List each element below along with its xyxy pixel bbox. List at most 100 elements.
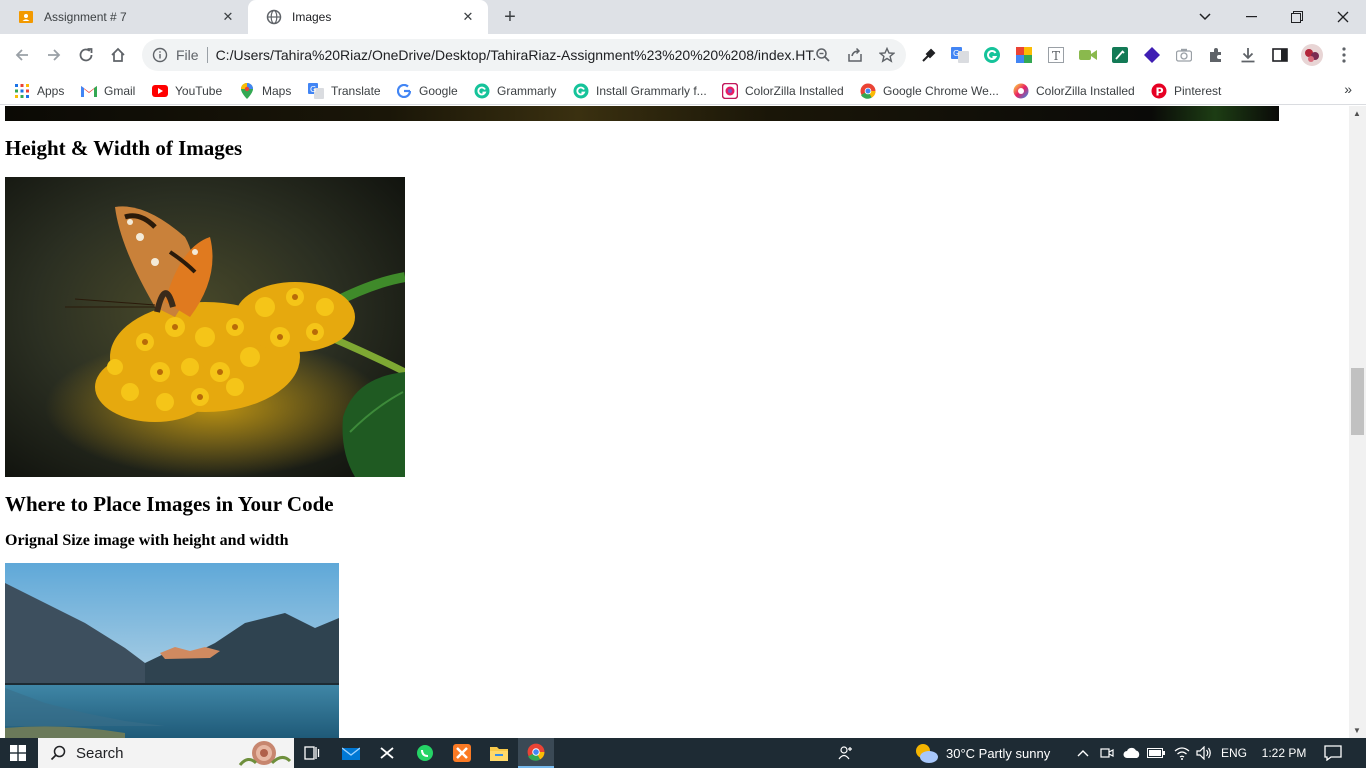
task-view-icon[interactable] [298,738,326,768]
bookmark-pinterest[interactable]: P Pinterest [1151,82,1221,100]
page-scrollbar[interactable]: ▲ ▼ [1349,106,1366,738]
color-palette-icon[interactable] [1015,46,1033,64]
address-bar[interactable]: File C:/Users/Tahira%20Riaz/OneDrive/Des… [142,39,906,71]
colorzilla-icon [1013,83,1029,99]
bookmark-install-grammarly[interactable]: Install Grammarly f... [573,82,707,100]
youtube-icon [152,83,168,99]
bookmark-label: Grammarly [497,84,557,98]
search-label: Search [76,744,124,762]
people-icon[interactable] [836,738,856,768]
download-icon[interactable] [1239,46,1257,64]
weather-partly-sunny-icon[interactable] [912,738,940,768]
close-window-button[interactable] [1320,0,1366,34]
tab-search-icon[interactable] [1182,0,1228,34]
meet-now-icon[interactable] [1098,738,1116,768]
butterfly-image [5,177,405,477]
bookmark-maps[interactable]: Maps [239,82,291,100]
close-icon[interactable]: ✕ [220,9,236,25]
scroll-up-arrow-icon[interactable]: ▲ [1353,109,1361,118]
subheading-original-size: Orignal Size image with height and width [5,532,289,549]
bookmark-label: Pinterest [1174,84,1222,98]
bookmark-gmail[interactable]: Gmail [81,82,135,100]
weather-text[interactable]: 30°C Partly sunny [946,738,1064,768]
scheme-label: File [176,47,199,63]
xampp-icon[interactable] [447,738,477,768]
colorzilla-icon [722,83,738,99]
video-camera-icon[interactable] [1079,46,1097,64]
forward-button[interactable] [40,41,68,69]
tab-title: Assignment # 7 [44,10,127,24]
bookmark-colorzilla-2[interactable]: ColorZilla Installed [1013,82,1135,100]
home-button[interactable] [104,41,132,69]
back-button[interactable] [8,41,36,69]
xbox-app-icon[interactable] [372,738,402,768]
text-tool-icon[interactable]: T [1047,46,1065,64]
scroll-down-arrow-icon[interactable]: ▼ [1353,726,1361,735]
google-translate-icon[interactable]: G [951,46,969,64]
bookmark-label: YouTube [175,84,223,98]
chrome-taskbar-icon[interactable] [518,738,554,768]
restore-button[interactable] [1274,0,1320,34]
bookmark-label: Maps [262,84,292,98]
onedrive-cloud-icon[interactable] [1122,738,1142,768]
bookmark-label: ColorZilla Installed [745,84,844,98]
show-hidden-icons-chevron-icon[interactable] [1074,738,1092,768]
globe-icon [266,9,282,25]
new-tab-button[interactable]: + [498,5,522,29]
svg-text:T: T [1052,49,1060,63]
edit-pen-icon[interactable] [1111,46,1129,64]
maps-pin-icon [239,83,255,99]
camera-icon[interactable] [1175,46,1193,64]
minimize-button[interactable] [1228,0,1274,34]
reload-button[interactable] [72,41,100,69]
bookmark-apps[interactable]: Apps [14,82,64,100]
zoom-icon[interactable] [814,47,832,63]
bookmark-translate[interactable]: G Translate [308,82,381,100]
language-indicator[interactable]: ENG [1218,738,1250,768]
mail-app-icon[interactable] [336,738,366,768]
url-text[interactable]: C:/Users/Tahira%20Riaz/OneDrive/Desktop/… [216,47,816,63]
profile-avatar[interactable] [1301,44,1323,66]
grammarly-icon[interactable] [983,46,1001,64]
wifi-icon[interactable] [1172,738,1192,768]
bookmark-colorzilla-1[interactable]: ColorZilla Installed [722,82,844,100]
scrollbar-thumb[interactable] [1351,368,1364,435]
bookmark-youtube[interactable]: YouTube [152,82,222,100]
eyedropper-icon[interactable] [920,46,938,64]
share-icon[interactable] [846,47,864,63]
extensions-puzzle-icon[interactable] [1207,46,1225,64]
pinterest-icon: P [1151,83,1167,99]
search-icon [50,745,66,761]
browser-toolbar: File C:/Users/Tahira%20Riaz/OneDrive/Des… [0,34,1366,76]
tab-assignment[interactable]: Assignment # 7 ✕ [0,0,248,34]
menu-kebab-icon[interactable] [1335,46,1353,64]
apps-grid-icon [14,83,30,99]
taskbar-search-box[interactable]: Search [38,738,294,768]
search-highlight-rose-icon [236,739,292,767]
volume-icon[interactable] [1194,738,1214,768]
tab-images[interactable]: Images ✕ [248,0,488,34]
more-bookmarks-chevron-icon[interactable]: » [1344,81,1352,97]
cropped-image-strip [5,106,1279,121]
lake-mountain-image [5,563,339,738]
bookmark-google[interactable]: Google [396,82,458,100]
notification-center-icon[interactable] [1316,738,1350,768]
bookmarks-bar: Apps Gmail YouTube Maps G Translate Goog… [0,76,1366,105]
side-panel-icon[interactable] [1271,46,1289,64]
layers-extension-icon[interactable] [1143,46,1161,64]
close-icon[interactable]: ✕ [460,9,476,25]
whatsapp-icon[interactable] [410,738,440,768]
clock-time[interactable]: 1:22 PM [1252,738,1316,768]
file-explorer-icon[interactable] [484,738,514,768]
battery-icon[interactable] [1146,738,1166,768]
heading-place-images: Where to Place Images in Your Code [5,492,334,516]
info-icon[interactable] [152,47,168,63]
bookmark-chrome-web-store[interactable]: Google Chrome We... [860,82,999,100]
bookmark-label: Gmail [104,84,136,98]
bookmark-star-icon[interactable] [878,47,896,63]
bookmark-label: Install Grammarly f... [596,84,707,98]
gmail-icon [81,83,97,99]
bookmark-grammarly[interactable]: Grammarly [474,82,556,100]
grammarly-icon [474,83,490,99]
windows-start-icon[interactable] [0,738,36,768]
